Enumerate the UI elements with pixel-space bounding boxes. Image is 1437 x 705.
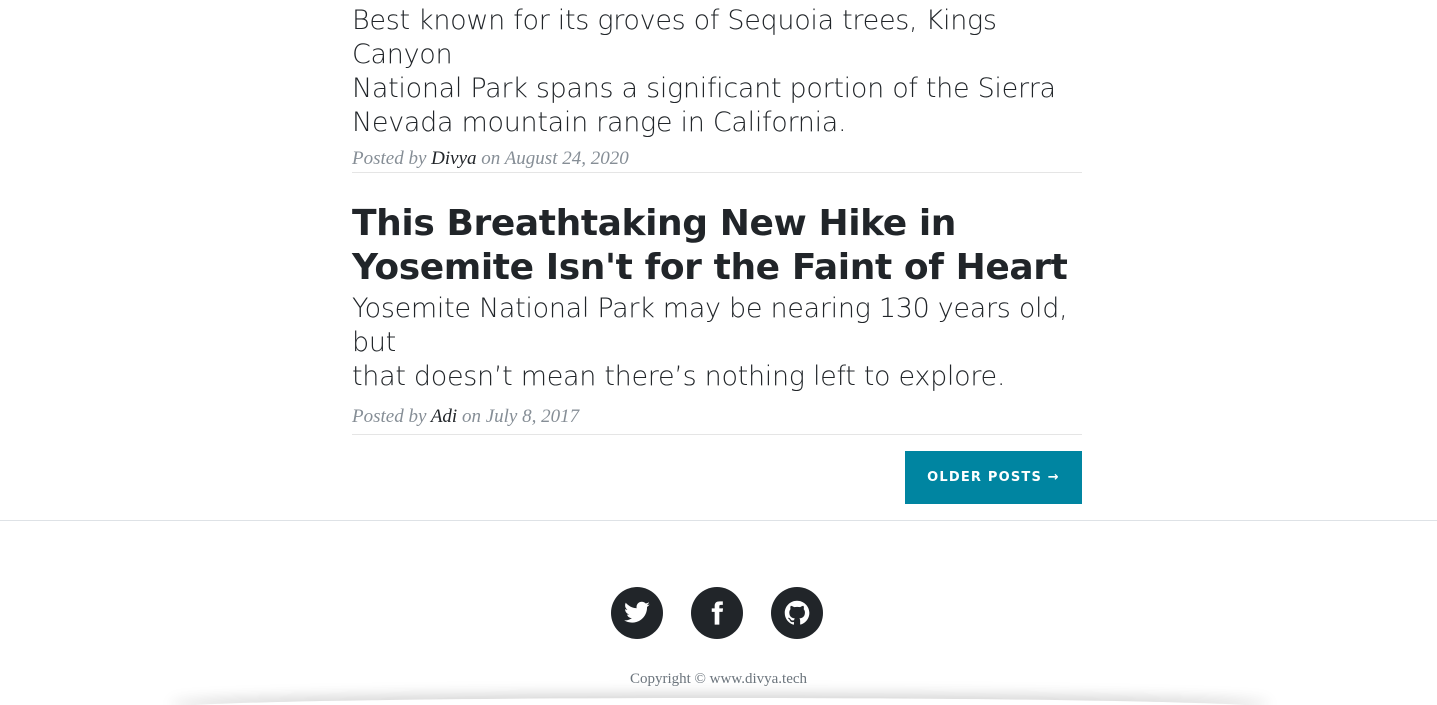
subtitle-line[interactable]: that doesn’t mean there’s nothing left t… — [352, 361, 1005, 392]
post-subtitle[interactable]: Yosemite National Park may be nearing 13… — [352, 292, 1082, 394]
older-posts-button[interactable]: OLDER POSTS → — [905, 451, 1082, 504]
title-line[interactable]: Yosemite Isn't for the Faint of Heart — [352, 247, 1068, 288]
title-line[interactable]: This Breathtaking New Hike in — [352, 203, 956, 244]
post-date: August 24, 2020 — [504, 148, 629, 169]
meta-on: on — [481, 148, 501, 169]
post-divider — [352, 172, 1082, 173]
copyright-text: Copyright © www.divya.tech — [629, 671, 808, 687]
facebook-link[interactable] — [691, 587, 743, 639]
post-date: July 8, 2017 — [485, 406, 580, 427]
post-subtitle[interactable]: Best known for its groves of Sequoia tre… — [352, 4, 1082, 140]
post-title[interactable]: This Breathtaking New Hike in Yosemite I… — [352, 202, 1082, 290]
twitter-icon — [624, 601, 650, 623]
meta-prefix: Posted by — [352, 148, 427, 169]
twitter-link[interactable] — [611, 587, 663, 639]
subtitle-line[interactable]: Yosemite National Park may be nearing 13… — [352, 293, 1068, 358]
subtitle-line[interactable]: Best known for its groves of Sequoia tre… — [352, 5, 997, 70]
social-links — [611, 587, 823, 639]
meta-prefix: Posted by — [352, 406, 427, 427]
post-divider — [352, 434, 1082, 435]
meta-on: on — [461, 406, 481, 427]
subtitle-line[interactable]: Nevada mountain range in California. — [352, 107, 847, 138]
author-link[interactable]: Divya — [431, 148, 476, 169]
footer-divider — [0, 520, 1437, 521]
subtitle-line[interactable]: National Park spans a significant portio… — [352, 73, 1056, 104]
github-icon — [784, 600, 810, 625]
author-link[interactable]: Adi — [431, 406, 457, 427]
post-meta: Posted by Adi on July 8, 2017 — [352, 406, 1082, 428]
facebook-icon — [711, 601, 724, 625]
post-preview-yosemite[interactable]: This Breathtaking New Hike in Yosemite I… — [352, 202, 1082, 428]
post-meta: Posted by Divya on August 24, 2020 — [352, 148, 1082, 170]
post-preview-kings-canyon[interactable]: Best known for its groves of Sequoia tre… — [352, 4, 1082, 170]
bottom-shadow — [170, 698, 1270, 705]
github-link[interactable] — [771, 587, 823, 639]
